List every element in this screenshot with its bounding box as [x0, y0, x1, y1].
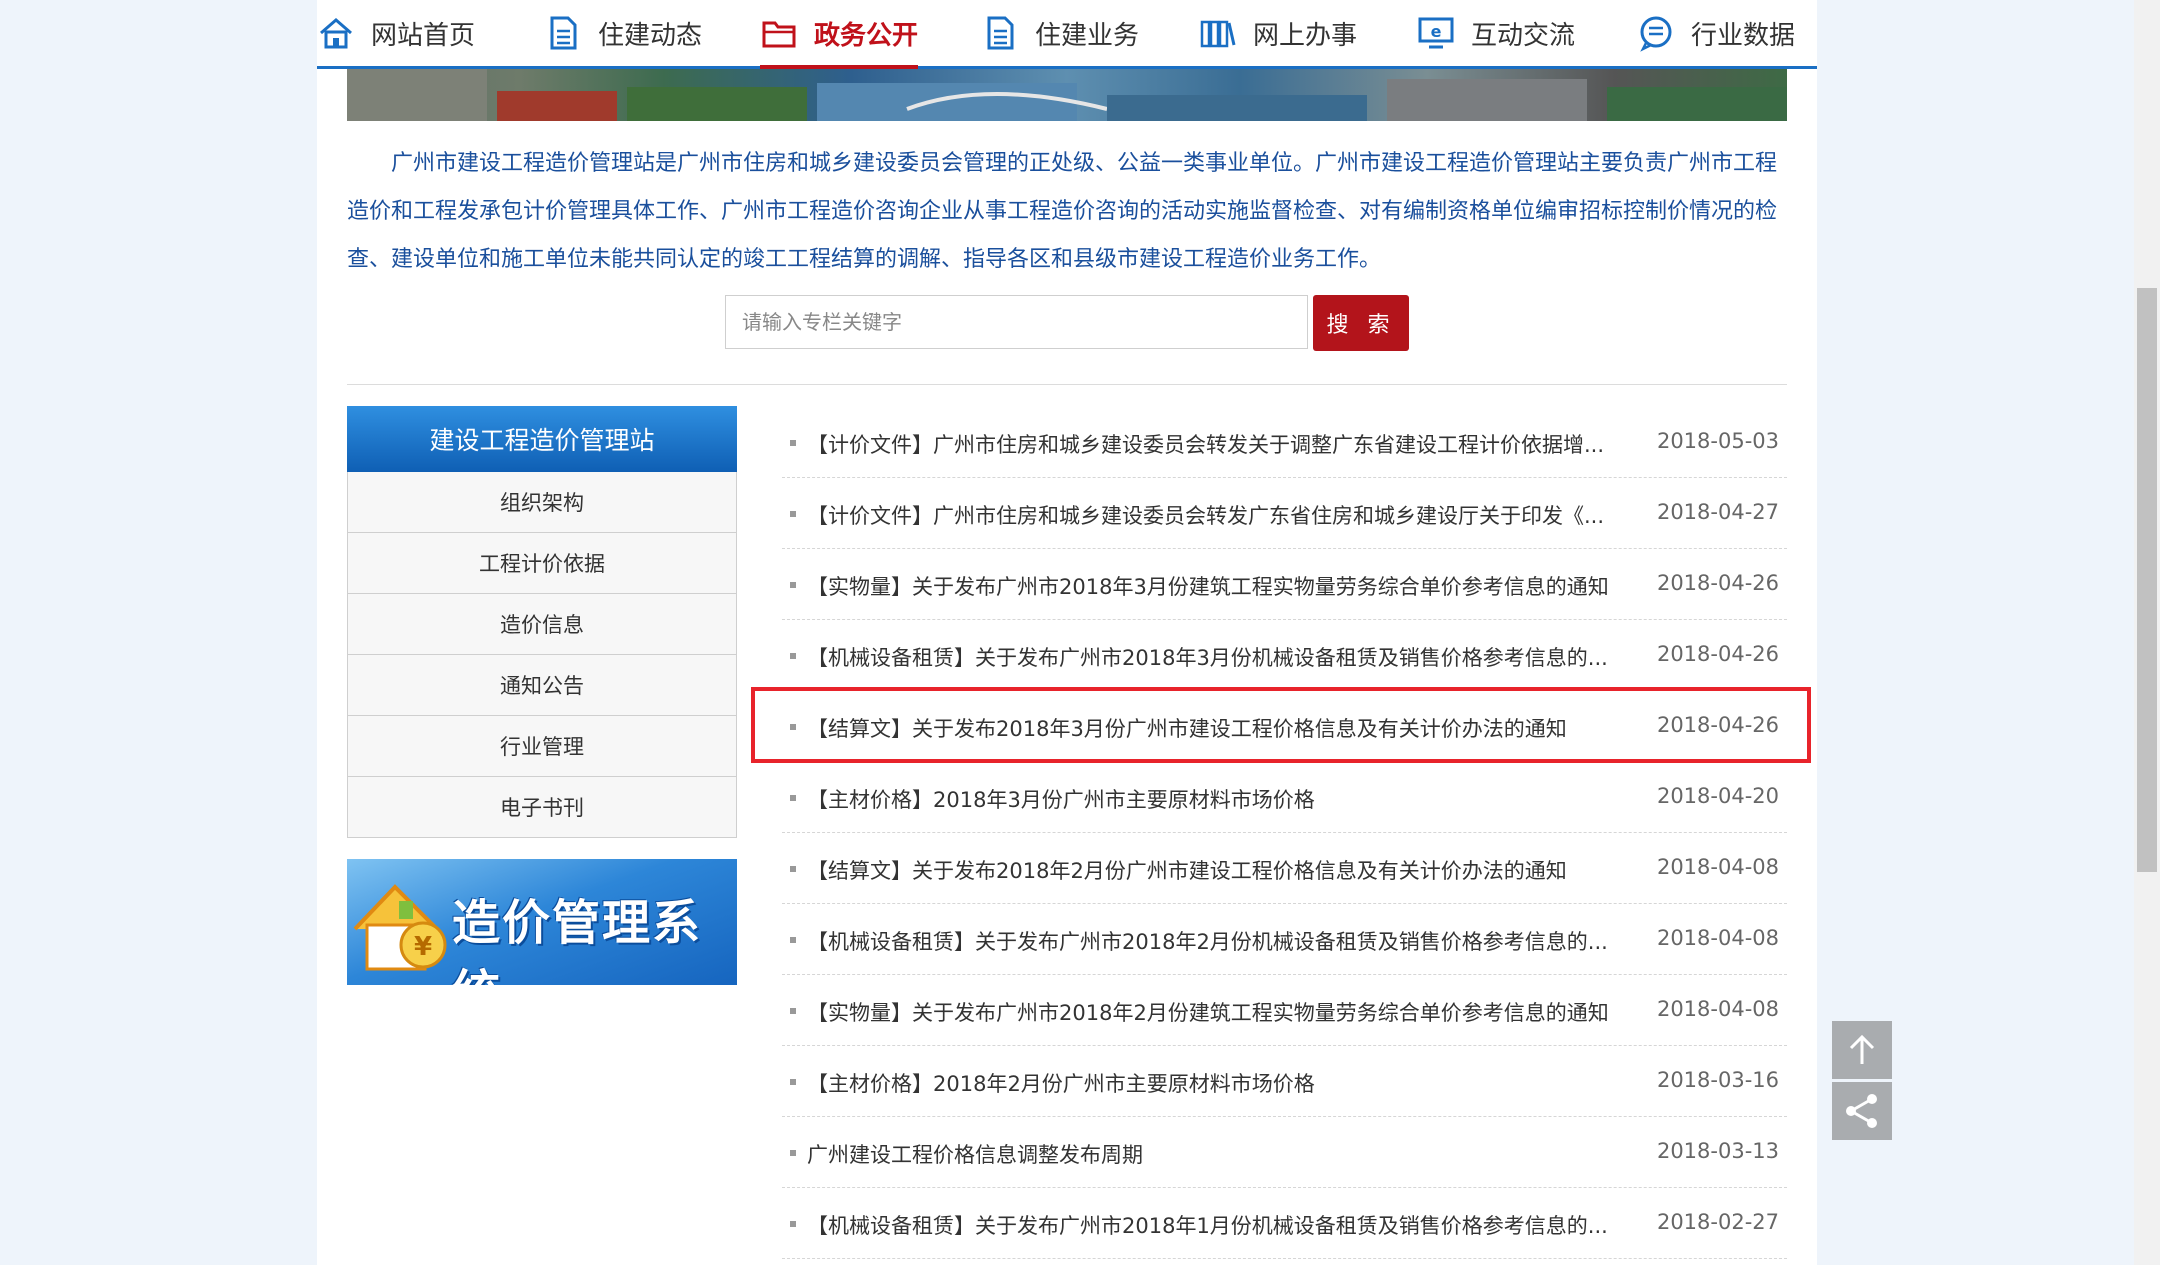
- home-icon: [320, 18, 352, 49]
- nav-label: 互动交流: [1471, 20, 1576, 51]
- item-title: 【计价文件】广州市住房和城乡建设委员会转发广东省住房和城乡建设厅关于印发《...: [807, 504, 1605, 528]
- search-button[interactable]: 搜 索: [1313, 295, 1409, 351]
- nav-label: 网站首页: [371, 20, 476, 51]
- item-title: 【机械设备租赁】关于发布广州市2018年1月份机械设备租赁及销售价格参考信息的.…: [807, 1214, 1608, 1238]
- item-date: 2018-03-13: [1656, 1139, 1779, 1163]
- intro-paragraph: 广州市建设工程造价管理站是广州市住房和城乡建设委员会管理的正处级、公益一类事业单…: [347, 151, 1778, 272]
- bullet-icon: [790, 511, 796, 517]
- books-icon: [1200, 20, 1236, 48]
- header-banner-image: [347, 69, 1787, 121]
- item-title: 广州建设工程价格信息调整发布周期: [807, 1143, 1143, 1167]
- list-item[interactable]: 【实物量】关于发布广州市2018年3月份建筑工程实物量劳务综合单价参考信息的通知…: [782, 549, 1787, 620]
- list-item[interactable]: 【主材价格】2018年3月份广州市主要原材料市场价格 2018-04-20: [782, 762, 1787, 833]
- item-title: 【计价文件】广州市住房和城乡建设委员会转发关于调整广东省建设工程计价依据增...: [807, 433, 1605, 457]
- item-date: 2018-05-03: [1656, 429, 1779, 453]
- bullet-icon: [790, 1079, 796, 1085]
- document-icon: [987, 16, 1014, 50]
- list-item[interactable]: 【计价文件】广州市住房和城乡建设委员会转发广东省住房和城乡建设厅关于印发《...…: [782, 478, 1787, 549]
- chat-icon: [1640, 16, 1672, 52]
- item-date: 2018-04-20: [1656, 784, 1779, 808]
- item-date: 2018-04-08: [1656, 997, 1779, 1021]
- nav-item-industry-data[interactable]: 行业数据: [1637, 0, 1795, 66]
- cost-management-system-banner[interactable]: ¥ 造价管理系统: [347, 859, 737, 985]
- sidebar-item-org-structure[interactable]: 组织架构: [348, 472, 736, 532]
- nav-item-business[interactable]: 住建业务: [981, 0, 1139, 66]
- monitor-icon: e: [1418, 17, 1454, 49]
- list-item[interactable]: 【计价文件】广州市住房和城乡建设委员会转发关于调整广东省建设工程计价依据增...…: [782, 407, 1787, 478]
- section-divider: [347, 384, 1787, 385]
- sidebar-title: 建设工程造价管理站: [347, 406, 737, 472]
- item-title: 【机械设备租赁】关于发布广州市2018年2月份机械设备租赁及销售价格参考信息的.…: [807, 930, 1608, 954]
- item-date: 2018-02-27: [1656, 1210, 1779, 1234]
- scrollbar-thumb[interactable]: [2137, 288, 2157, 872]
- item-title: 【主材价格】2018年3月份广州市主要原材料市场价格: [807, 788, 1315, 812]
- nav-item-interaction[interactable]: e 互动交流: [1417, 0, 1575, 66]
- item-title: 【结算文】关于发布2018年3月份广州市建设工程价格信息及有关计价办法的通知: [807, 717, 1567, 741]
- item-date: 2018-03-16: [1656, 1068, 1779, 1092]
- sidebar-item-industry-mgmt[interactable]: 行业管理: [348, 715, 736, 776]
- bullet-icon: [790, 866, 796, 872]
- item-date: 2018-04-26: [1656, 571, 1779, 595]
- list-item[interactable]: 【实物量】关于发布广州市2018年2月份建筑工程实物量劳务综合单价参考信息的通知…: [782, 975, 1787, 1046]
- page-container: 网站首页 住建动态 政务公开 住建业务 网上办事 e 互动交流 行业数据 广州市…: [317, 0, 1817, 1265]
- banner-text: 造价管理系统: [452, 895, 703, 985]
- item-date: 2018-04-27: [1656, 500, 1779, 524]
- bullet-icon: [790, 653, 796, 659]
- list-item[interactable]: 【主材价格】2018年2月份广州市主要原材料市场价格 2018-03-16: [782, 1046, 1787, 1117]
- bullet-icon: [790, 582, 796, 588]
- item-date: 2018-04-08: [1656, 855, 1779, 879]
- nav-item-home[interactable]: 网站首页: [317, 0, 475, 66]
- svg-text:e: e: [1431, 22, 1442, 41]
- house-coin-icon: ¥: [353, 884, 447, 971]
- back-to-top-button[interactable]: [1832, 1021, 1892, 1079]
- item-title: 【实物量】关于发布广州市2018年3月份建筑工程实物量劳务综合单价参考信息的通知: [807, 575, 1609, 599]
- item-title: 【机械设备租赁】关于发布广州市2018年3月份机械设备租赁及销售价格参考信息的.…: [807, 646, 1608, 670]
- arrow-up-icon: [1849, 1034, 1875, 1064]
- nav-label: 行业数据: [1691, 20, 1796, 51]
- svg-text:¥: ¥: [414, 932, 432, 962]
- folder-icon: [762, 21, 796, 48]
- article-list: 【计价文件】广州市住房和城乡建设委员会转发关于调整广东省建设工程计价依据增...…: [782, 407, 1787, 1259]
- share-icon: [1846, 1094, 1877, 1128]
- list-item[interactable]: 【结算文】关于发布2018年2月份广州市建设工程价格信息及有关计价办法的通知 20…: [782, 833, 1787, 904]
- nav-item-online-service[interactable]: 网上办事: [1199, 0, 1357, 66]
- cityscape-illustration: [347, 69, 1787, 121]
- sidebar-item-cost-info[interactable]: 造价信息: [348, 593, 736, 654]
- bullet-icon: [790, 1221, 796, 1227]
- nav-item-news[interactable]: 住建动态: [544, 0, 702, 66]
- vertical-scrollbar[interactable]: [2134, 0, 2160, 1265]
- list-item[interactable]: 【机械设备租赁】关于发布广州市2018年1月份机械设备租赁及销售价格参考信息的.…: [782, 1188, 1787, 1259]
- list-item[interactable]: 广州建设工程价格信息调整发布周期 2018-03-13: [782, 1117, 1787, 1188]
- sidebar-menu: 组织架构 工程计价依据 造价信息 通知公告 行业管理 电子书刊: [347, 472, 737, 838]
- share-button[interactable]: [1832, 1082, 1892, 1140]
- bullet-icon: [790, 795, 796, 801]
- list-item[interactable]: 【机械设备租赁】关于发布广州市2018年2月份机械设备租赁及销售价格参考信息的.…: [782, 904, 1787, 975]
- bullet-icon: [790, 1150, 796, 1156]
- bullet-icon: [790, 440, 796, 446]
- list-item[interactable]: 【结算文】关于发布2018年3月份广州市建设工程价格信息及有关计价办法的通知 20…: [782, 691, 1787, 762]
- sidebar-item-notices[interactable]: 通知公告: [348, 654, 736, 715]
- search-input[interactable]: [725, 295, 1308, 349]
- bullet-icon: [790, 724, 796, 730]
- list-item[interactable]: 【机械设备租赁】关于发布广州市2018年3月份机械设备租赁及销售价格参考信息的.…: [782, 620, 1787, 691]
- bullet-icon: [790, 1008, 796, 1014]
- sidebar-item-e-journals[interactable]: 电子书刊: [348, 776, 736, 837]
- nav-label: 住建动态: [598, 20, 703, 51]
- search-box: [725, 295, 1408, 351]
- document-icon: [550, 16, 577, 50]
- top-navigation: 网站首页 住建动态 政务公开 住建业务 网上办事 e 互动交流 行业数据: [317, 0, 1817, 69]
- item-title: 【实物量】关于发布广州市2018年2月份建筑工程实物量劳务综合单价参考信息的通知: [807, 1001, 1609, 1025]
- nav-label: 住建业务: [1035, 20, 1140, 51]
- item-date: 2018-04-08: [1656, 926, 1779, 950]
- nav-item-gov-affairs[interactable]: 政务公开: [760, 0, 919, 69]
- bullet-icon: [790, 937, 796, 943]
- sidebar-item-pricing-basis[interactable]: 工程计价依据: [348, 532, 736, 593]
- item-date: 2018-04-26: [1656, 713, 1779, 737]
- item-title: 【主材价格】2018年2月份广州市主要原材料市场价格: [807, 1072, 1315, 1096]
- nav-label: 网上办事: [1253, 20, 1358, 51]
- item-title: 【结算文】关于发布2018年2月份广州市建设工程价格信息及有关计价办法的通知: [807, 859, 1567, 883]
- item-date: 2018-04-26: [1656, 642, 1779, 666]
- nav-label: 政务公开: [814, 20, 919, 51]
